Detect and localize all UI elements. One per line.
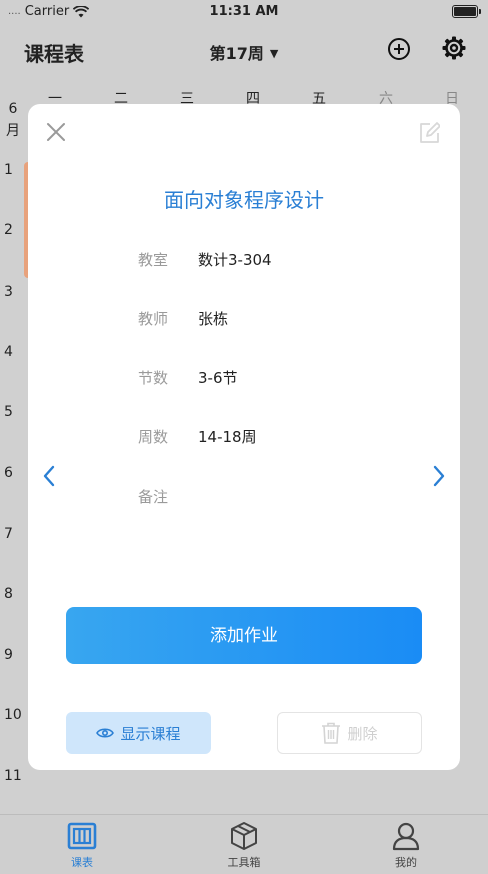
profile-icon bbox=[392, 822, 420, 851]
show-course-label: 显示课程 bbox=[120, 724, 181, 743]
info-row-periods: 节数 3-6节 bbox=[138, 367, 238, 388]
tab-label: 课表 bbox=[71, 856, 93, 869]
period-number: 1 bbox=[4, 162, 13, 178]
clock: 11:31 AM bbox=[209, 4, 279, 19]
chevron-left-icon[interactable] bbox=[40, 464, 58, 488]
period-number: 3 bbox=[4, 284, 13, 300]
toolbox-icon bbox=[231, 822, 257, 850]
period-number: 4 bbox=[4, 344, 13, 360]
month-number: 6 bbox=[8, 101, 18, 117]
info-label: 周数 bbox=[138, 428, 169, 446]
period-number: 6 bbox=[4, 465, 13, 481]
info-row-classroom: 教室 数计3-304 bbox=[138, 249, 272, 270]
course-detail-modal: 面向对象程序设计 教室 数计3-304 教师 张栋 节数 3-6节 周数 14-18周 … bbox=[28, 104, 460, 770]
eye-icon bbox=[96, 728, 115, 738]
info-row-teacher: 教师 张栋 bbox=[138, 308, 228, 329]
schedule-icon bbox=[67, 822, 97, 850]
gear-icon[interactable] bbox=[442, 36, 466, 60]
add-course-icon[interactable] bbox=[388, 38, 410, 60]
info-row-notes: 备注 bbox=[138, 486, 198, 507]
period-number: 5 bbox=[4, 404, 13, 420]
info-value: 数计3-304 bbox=[198, 251, 272, 269]
week-selector[interactable]: 第17周 ▼ bbox=[0, 40, 488, 64]
period-number: 7 bbox=[4, 526, 13, 542]
info-label: 备注 bbox=[138, 488, 169, 506]
month-unit: 月 bbox=[6, 123, 20, 139]
week-label: 第17周 bbox=[209, 44, 264, 63]
status-bar: .... Carrier 11:31 AM bbox=[0, 0, 488, 24]
add-homework-button[interactable]: 添加作业 bbox=[66, 607, 422, 664]
edit-icon[interactable] bbox=[418, 122, 440, 144]
tab-label: 我的 bbox=[395, 856, 417, 869]
period-number: 2 bbox=[4, 222, 13, 238]
info-label: 节数 bbox=[138, 369, 169, 387]
tab-profile[interactable]: 我的 bbox=[366, 821, 446, 870]
chevron-right-icon[interactable] bbox=[430, 464, 448, 488]
show-course-button[interactable]: 显示课程 bbox=[66, 712, 211, 754]
period-number: 8 bbox=[4, 586, 13, 602]
caret-down-icon: ▼ bbox=[269, 47, 279, 60]
month-label: 6 月 bbox=[6, 98, 20, 142]
info-label: 教室 bbox=[138, 251, 169, 269]
course-name: 面向对象程序设计 bbox=[164, 188, 324, 212]
tab-bar: 课表 工具箱 我的 bbox=[0, 814, 488, 874]
info-value: 张栋 bbox=[198, 310, 229, 328]
info-row-weeks: 周数 14-18周 bbox=[138, 426, 257, 447]
tab-schedule[interactable]: 课表 bbox=[42, 821, 122, 870]
info-label: 教师 bbox=[138, 310, 169, 328]
period-number: 11 bbox=[4, 768, 22, 784]
battery-icon bbox=[452, 5, 481, 18]
trash-icon bbox=[322, 722, 341, 744]
info-value: 3-6节 bbox=[198, 369, 238, 387]
nav-bar: 课程表 第17周 ▼ bbox=[0, 28, 488, 72]
info-value: 14-18周 bbox=[198, 428, 257, 446]
period-number: 10 bbox=[4, 707, 22, 723]
tab-toolbox[interactable]: 工具箱 bbox=[204, 821, 284, 870]
delete-label: 删除 bbox=[347, 724, 378, 743]
period-number: 9 bbox=[4, 647, 13, 663]
tab-label: 工具箱 bbox=[227, 856, 261, 869]
delete-button[interactable]: 删除 bbox=[277, 712, 422, 754]
close-icon[interactable] bbox=[46, 122, 66, 142]
